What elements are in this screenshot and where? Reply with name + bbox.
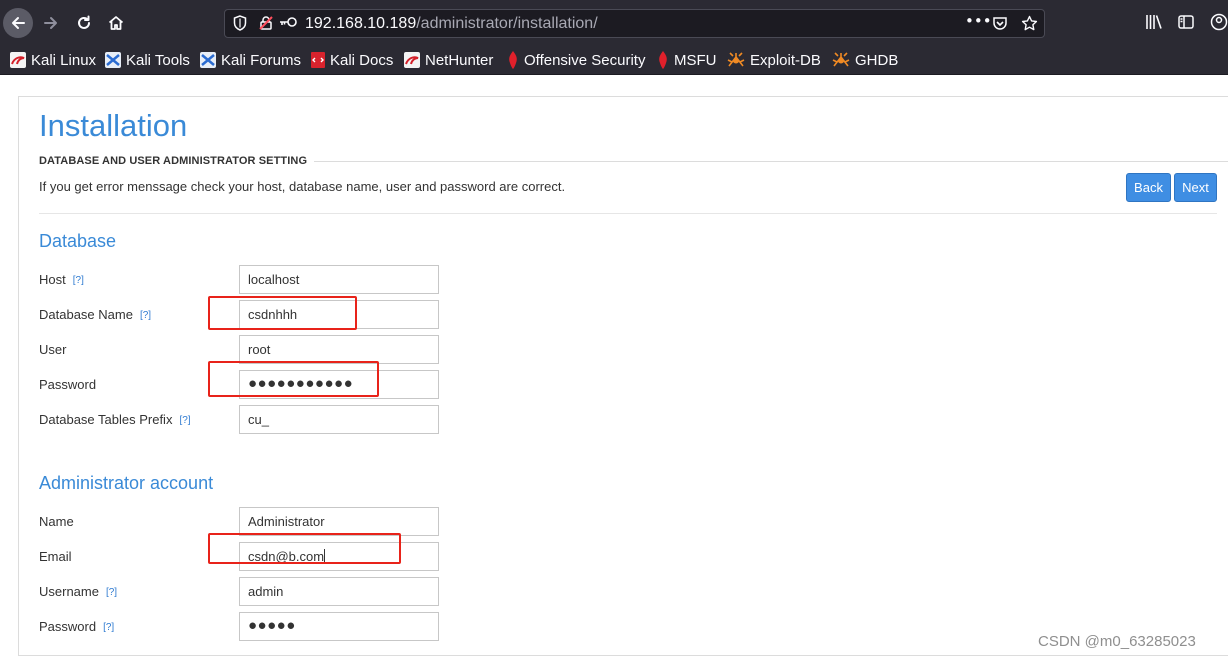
email-label-text: Email <box>39 549 72 564</box>
help-icon[interactable]: [?] <box>73 275 84 286</box>
table-prefix-label-text: Database Tables Prefix <box>39 412 173 427</box>
exploitdb-icon <box>727 52 745 67</box>
hint-text: If you get error menssage check your hos… <box>39 179 566 194</box>
kali-docs-icon <box>311 52 325 68</box>
subtitle-rule <box>314 161 1228 162</box>
arrow-left-icon <box>12 17 25 29</box>
nethunter-icon <box>404 52 420 68</box>
bookmark-kali-docs[interactable]: Kali Docs <box>311 50 393 70</box>
admin-password-label-text: Password <box>39 619 97 634</box>
url-host: 192.168.10.189 <box>305 15 417 32</box>
reload-button[interactable] <box>69 8 99 38</box>
help-icon[interactable]: [?] <box>179 415 190 426</box>
bookmarks-bar: Kali Linux Kali Tools Kali Forums Kali D… <box>0 46 1228 75</box>
host-input[interactable]: localhost <box>239 265 439 294</box>
bookmark-kali-tools[interactable]: Kali Tools <box>105 50 190 70</box>
admin-name-label: Name <box>39 514 74 529</box>
browser-toolbar: 192.168.10.189/administrator/installatio… <box>0 0 1228 46</box>
divider <box>39 213 1217 214</box>
bookmark-nethunter[interactable]: NetHunter <box>404 50 493 70</box>
bookmark-ghdb[interactable]: GHDB <box>832 50 898 70</box>
offsec-icon <box>509 51 517 69</box>
arrow-right-icon <box>44 17 57 29</box>
pocket-icon[interactable] <box>992 15 1008 31</box>
back-button-form[interactable]: Back <box>1126 173 1171 202</box>
kali-forums-icon <box>200 52 216 68</box>
key-icon[interactable] <box>278 15 298 29</box>
page-title: Installation <box>39 108 188 143</box>
admin-password-input[interactable]: ●●●●● <box>239 612 439 641</box>
forward-button[interactable] <box>36 8 66 38</box>
db-password-label-text: Password <box>39 377 97 392</box>
home-icon <box>108 16 124 30</box>
bookmark-label: Kali Forums <box>221 51 302 69</box>
user-label: User <box>39 342 66 357</box>
shield-icon[interactable] <box>233 15 247 31</box>
home-button[interactable] <box>101 8 131 38</box>
bookmark-kali-linux[interactable]: Kali Linux <box>10 50 96 70</box>
help-icon[interactable]: [?] <box>103 622 114 633</box>
library-icon[interactable] <box>1145 13 1163 35</box>
annotation-box-email <box>208 533 401 564</box>
bookmark-label: MSFU <box>674 51 717 69</box>
help-icon[interactable]: [?] <box>140 310 151 321</box>
database-name-label: Database Name [?] <box>39 307 151 322</box>
page-actions-menu-icon[interactable]: ••• <box>965 12 992 30</box>
database-heading: Database <box>39 231 117 251</box>
bookmark-label: GHDB <box>855 51 899 69</box>
bookmark-offensive-security[interactable]: Offensive Security <box>507 50 645 70</box>
table-prefix-input[interactable]: cu_ <box>239 405 439 434</box>
admin-name-label-text: Name <box>39 514 74 529</box>
bookmark-label: Kali Tools <box>126 51 190 69</box>
url-path: /administrator/installation/ <box>416 15 598 32</box>
insecure-lock-icon[interactable] <box>258 15 274 31</box>
ghdb-icon <box>832 52 850 67</box>
host-label-text: Host <box>39 272 66 287</box>
kali-tools-icon <box>105 52 121 68</box>
user-label-text: User <box>39 342 67 357</box>
sidebar-icon[interactable] <box>1177 13 1195 35</box>
help-icon[interactable]: [?] <box>106 587 117 598</box>
bookmark-label: Exploit-DB <box>750 51 821 69</box>
msfu-icon <box>659 51 667 69</box>
kali-dragon-icon <box>10 52 26 68</box>
table-prefix-label: Database Tables Prefix [?] <box>39 412 191 427</box>
database-name-label-text: Database Name <box>39 307 133 322</box>
reload-icon <box>78 15 90 29</box>
username-label: Username [?] <box>39 584 117 599</box>
admin-heading: Administrator account <box>39 473 214 493</box>
bookmark-label: Kali Docs <box>330 51 394 69</box>
host-label: Host [?] <box>39 272 84 287</box>
user-input[interactable]: root <box>239 335 439 364</box>
next-button[interactable]: Next <box>1174 173 1217 202</box>
bookmark-kali-forums[interactable]: Kali Forums <box>200 50 301 70</box>
bookmark-label: Offensive Security <box>524 51 646 69</box>
email-label: Email <box>39 549 72 564</box>
watermark-text: CSDN @m0_63285023 <box>1038 633 1196 650</box>
back-button[interactable] <box>3 8 33 38</box>
bookmark-star-icon[interactable] <box>1021 15 1038 32</box>
username-input[interactable]: admin <box>239 577 439 606</box>
bookmark-exploit-db[interactable]: Exploit-DB <box>727 50 821 70</box>
username-label-text: Username <box>39 584 99 599</box>
db-password-label: Password <box>39 377 96 392</box>
admin-name-input[interactable]: Administrator <box>239 507 439 536</box>
bookmark-msfu[interactable]: MSFU <box>657 50 717 70</box>
section-subtitle: DATABASE AND USER ADMINISTRATOR SETTING <box>39 155 308 167</box>
annotation-box-database-name <box>208 296 357 330</box>
annotation-box-db-password <box>208 361 379 397</box>
address-bar[interactable]: 192.168.10.189/administrator/installatio… <box>224 9 1045 38</box>
admin-password-label: Password [?] <box>39 619 114 634</box>
account-icon[interactable] <box>1210 13 1228 35</box>
bookmark-label: NetHunter <box>425 51 494 69</box>
bookmark-label: Kali Linux <box>31 51 97 69</box>
url-text[interactable]: 192.168.10.189/administrator/installatio… <box>305 15 598 33</box>
